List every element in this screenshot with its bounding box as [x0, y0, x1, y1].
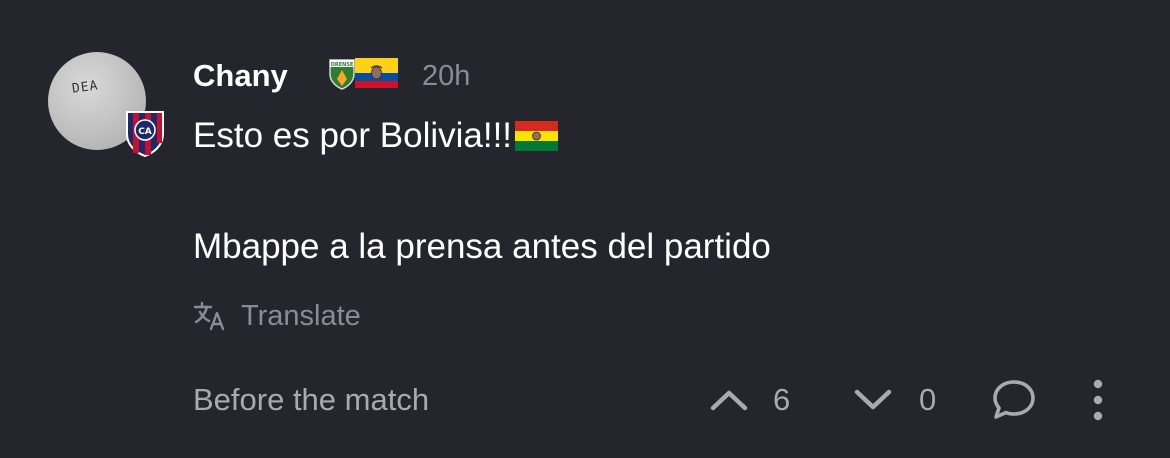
- comment-body: Esto es por Bolivia!!! Mbappe a la prens…: [193, 114, 771, 269]
- comment-line-1-text: Esto es por Bolivia!!!: [193, 116, 513, 155]
- translate-icon: [193, 301, 225, 331]
- comment-author[interactable]: Chany: [193, 56, 288, 96]
- avatar-scribble-text: DEA: [71, 78, 100, 97]
- more-options-button[interactable]: [1085, 376, 1111, 424]
- comment-category: Before the match: [193, 382, 430, 417]
- reply-button[interactable]: [991, 376, 1037, 424]
- translate-label: Translate: [241, 299, 361, 332]
- upvote-button[interactable]: 6: [708, 376, 790, 424]
- downvote-count: 0: [919, 382, 937, 417]
- upvote-count: 6: [773, 382, 791, 417]
- speech-bubble-icon: [993, 380, 1035, 419]
- comment-line-1: Esto es por Bolivia!!!: [193, 114, 771, 158]
- team-flair-text: ORENSE: [331, 62, 354, 68]
- translate-button[interactable]: Translate: [193, 296, 361, 336]
- comment-line-2: Mbappe a la prensa antes del partido: [193, 227, 771, 266]
- team-flair-icon: ORENSE: [329, 59, 355, 90]
- ecuador-flag-icon: [355, 58, 398, 88]
- comment-timestamp: 20h: [422, 60, 471, 92]
- svg-text:CA: CA: [138, 127, 152, 137]
- chevron-down-icon: [854, 389, 892, 410]
- downvote-button[interactable]: 0: [852, 376, 936, 424]
- chevron-up-icon: [710, 390, 748, 411]
- bolivia-flag-icon: [515, 121, 559, 151]
- club-badge-icon: CA: [126, 111, 164, 158]
- vertical-dots-icon: [1093, 379, 1103, 421]
